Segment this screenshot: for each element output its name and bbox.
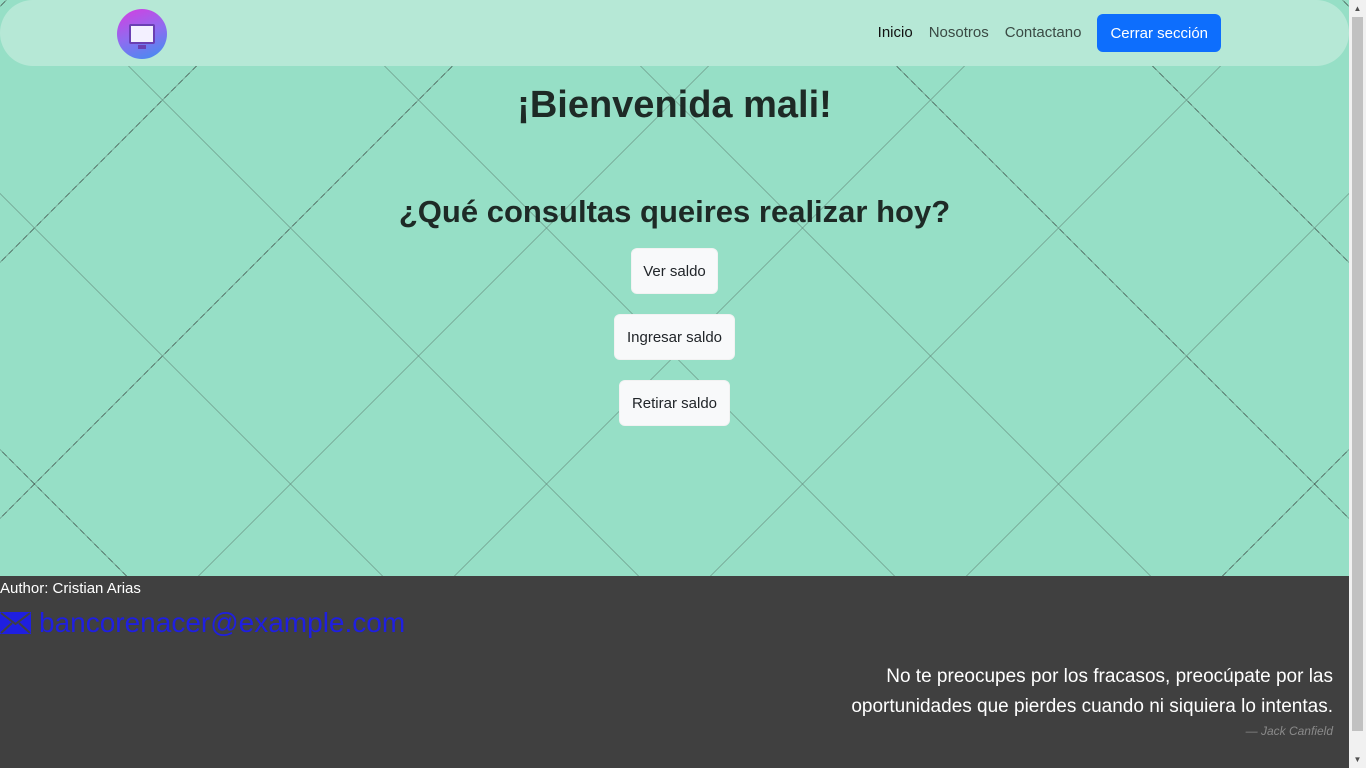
email-link[interactable]: bancorenacer@example.com bbox=[39, 607, 405, 639]
author-text: Author: Cristian Arias bbox=[0, 580, 141, 597]
hero-section: ¡Bienvenida mali! ¿Qué consultas queires… bbox=[0, 0, 1349, 576]
scrollbar-thumb[interactable] bbox=[1352, 17, 1363, 731]
nav-link-nosotros[interactable]: Nosotros bbox=[921, 14, 997, 52]
welcome-heading: ¡Bienvenida mali! bbox=[517, 84, 832, 126]
scroll-down-arrow-icon[interactable]: ▼ bbox=[1349, 751, 1366, 768]
mail-icon bbox=[0, 612, 31, 634]
withdraw-balance-button[interactable]: Retirar saldo bbox=[619, 380, 730, 426]
footer: Author: Cristian Arias bancorenacer@exam… bbox=[0, 576, 1349, 768]
quote-text: No te preocupes por los fracasos, preocú… bbox=[851, 666, 1333, 717]
question-heading: ¿Qué consultas queires realizar hoy? bbox=[398, 194, 951, 229]
page: ¡Bienvenida mali! ¿Qué consultas queires… bbox=[0, 0, 1349, 768]
navbar: Inicio Nosotros Contactano Cerrar secció… bbox=[0, 0, 1349, 66]
bank-monitor-logo-icon[interactable] bbox=[117, 9, 167, 59]
vertical-scrollbar[interactable]: ▲ ▼ bbox=[1349, 0, 1366, 768]
nav-links: Inicio Nosotros Contactano Cerrar secció… bbox=[870, 14, 1221, 52]
scroll-up-arrow-icon[interactable]: ▲ bbox=[1349, 0, 1366, 17]
monitor-icon bbox=[129, 24, 155, 49]
nav-link-contactano[interactable]: Contactano bbox=[997, 14, 1090, 52]
deposit-balance-button[interactable]: Ingresar saldo bbox=[614, 314, 735, 360]
view-balance-button[interactable]: Ver saldo bbox=[631, 248, 718, 294]
email-row: bancorenacer@example.com bbox=[0, 607, 405, 639]
nav-link-inicio[interactable]: Inicio bbox=[870, 14, 921, 52]
logout-button[interactable]: Cerrar sección bbox=[1097, 14, 1221, 52]
quote-author: — Jack Canfield bbox=[1245, 724, 1333, 738]
